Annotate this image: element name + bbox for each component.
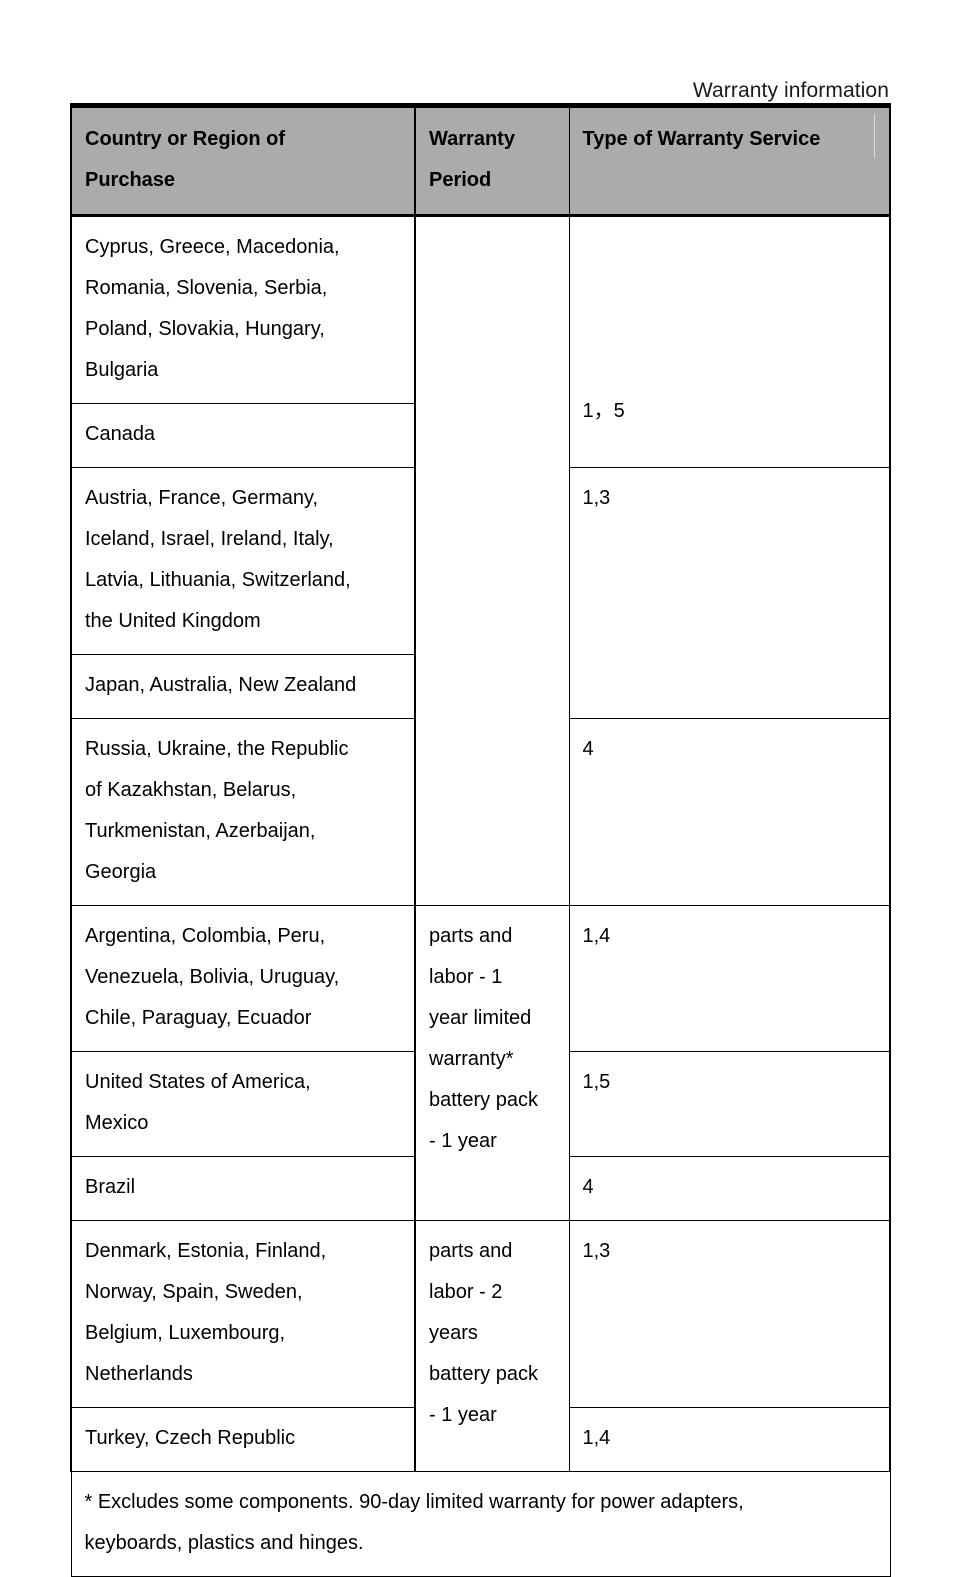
country-line: the United Kingdom — [85, 610, 261, 632]
running-head-warranty-information: Warranty information — [692, 79, 889, 102]
country-line: United States of America, — [85, 1071, 311, 1093]
column-header-period-line-2: Period — [429, 169, 492, 191]
cell-countries: Russia, Ukraine, the Republic of Kazakhs… — [70, 718, 416, 906]
footnote-line: keyboards, plastics and hinges. — [84, 1532, 364, 1554]
table-row: Cyprus, Greece, Macedonia, Romania, Slov… — [70, 215, 891, 906]
country-line: Georgia — [85, 861, 157, 883]
column-header-country: Country or Region of Purchase — [70, 103, 416, 217]
country-line: Brazil — [85, 1176, 136, 1198]
country-line: Turkmenistan, Azerbaijan, — [85, 820, 316, 842]
country-line: Canada — [85, 423, 156, 445]
column-header-service-type-label: Type of Warranty Service — [582, 128, 821, 150]
country-line: Cyprus, Greece, Macedonia, — [85, 236, 340, 258]
cell-service-type: 1,3 — [568, 467, 891, 719]
column-header-country-line-1: Country or Region of — [85, 128, 285, 150]
period-line: year limited — [429, 1007, 532, 1029]
country-line: Argentina, Colombia, Peru, — [85, 925, 326, 947]
cell-footnote: * Excludes some components. 90-day limit… — [70, 1471, 891, 1577]
country-line: Norway, Spain, Sweden, — [85, 1281, 303, 1303]
country-line: Netherlands — [85, 1363, 193, 1385]
period-line: battery pack — [429, 1363, 538, 1385]
cell-service-type: 1,4 — [568, 905, 891, 1052]
column-header-country-line-2: Purchase — [85, 169, 176, 191]
period-line: years — [429, 1322, 478, 1344]
country-line: Denmark, Estonia, Finland, — [85, 1240, 327, 1262]
column-header-warranty-period: Warranty Period — [414, 103, 570, 217]
country-line: Iceland, Israel, Ireland, Italy, — [85, 528, 334, 550]
table-header-row: Country or Region of Purchase Warranty P… — [70, 103, 891, 217]
table-row: Denmark, Estonia, Finland, Norway, Spain… — [70, 1220, 891, 1472]
period-line: labor - 2 — [429, 1281, 503, 1303]
cell-service-type: 1,3 — [568, 1220, 891, 1408]
period-line: labor - 1 — [429, 966, 503, 988]
column-header-period-line-1: Warranty — [429, 128, 515, 150]
country-line: of Kazakhstan, Belarus, — [85, 779, 297, 801]
period-line: parts and — [429, 1240, 513, 1262]
country-line: Romania, Slovenia, Serbia, — [85, 277, 328, 299]
period-line: warranty* — [429, 1048, 514, 1070]
country-line: Latvia, Lithuania, Switzerland, — [85, 569, 351, 591]
country-line: Belgium, Luxembourg, — [85, 1322, 286, 1344]
cell-warranty-period-one-year: parts and labor - 1 year limited warrant… — [414, 905, 570, 1221]
service-type-value: 1,3 — [582, 487, 611, 509]
warranty-service-table: Country or Region of Purchase Warranty P… — [70, 103, 891, 1577]
header-inner-rule — [874, 114, 875, 158]
cell-service-type: 1,5 — [568, 1051, 891, 1157]
country-line: Mexico — [85, 1112, 149, 1134]
country-line: Bulgaria — [85, 359, 159, 381]
cell-countries: Brazil — [70, 1156, 416, 1221]
cell-countries: Canada — [70, 403, 416, 468]
cell-countries: Turkey, Czech Republic — [70, 1407, 416, 1472]
cell-service-type: 4 — [568, 718, 891, 906]
service-type-value: 4 — [582, 1176, 594, 1198]
service-type-value: 1，5 — [582, 400, 625, 422]
table-footnote-row: * Excludes some components. 90-day limit… — [70, 1471, 891, 1577]
service-type-value: 1,3 — [582, 1240, 611, 1262]
cell-countries: United States of America, Mexico — [70, 1051, 416, 1157]
period-line: - 1 year — [429, 1404, 497, 1426]
country-line: Austria, France, Germany, — [85, 487, 319, 509]
column-header-service-type: Type of Warranty Service — [568, 103, 891, 217]
service-type-value: 1,4 — [582, 925, 611, 947]
cell-countries: Austria, France, Germany, Iceland, Israe… — [70, 467, 416, 655]
cell-service-type: 1,4 — [568, 1407, 891, 1472]
period-line: battery pack — [429, 1089, 538, 1111]
cell-countries: Argentina, Colombia, Peru, Venezuela, Bo… — [70, 905, 416, 1052]
warranty-table-container: Country or Region of Purchase Warranty P… — [70, 103, 891, 1577]
footnote-line: * Excludes some components. 90-day limit… — [84, 1491, 744, 1513]
cell-countries: Japan, Australia, New Zealand — [70, 654, 416, 719]
period-line: parts and — [429, 925, 513, 947]
table-row: Argentina, Colombia, Peru, Venezuela, Bo… — [70, 905, 891, 1221]
country-line: Japan, Australia, New Zealand — [85, 674, 357, 696]
service-type-value: 4 — [582, 738, 594, 760]
cell-warranty-period-two-year: parts and labor - 2 years battery pack -… — [414, 1220, 570, 1472]
service-type-value: 1,4 — [582, 1427, 611, 1449]
country-line: Venezuela, Bolivia, Uruguay, — [85, 966, 340, 988]
period-line: - 1 year — [429, 1130, 497, 1152]
cell-countries: Denmark, Estonia, Finland, Norway, Spain… — [70, 1220, 416, 1408]
country-line: Russia, Ukraine, the Republic — [85, 738, 349, 760]
document-page: Warranty information Country or Region o… — [0, 0, 954, 1577]
country-line: Turkey, Czech Republic — [85, 1427, 296, 1449]
service-type-value: 1,5 — [582, 1071, 611, 1093]
cell-countries: Cyprus, Greece, Macedonia, Romania, Slov… — [70, 215, 416, 404]
cell-service-type: 4 — [568, 1156, 891, 1221]
cell-warranty-period-merged-blank — [414, 215, 570, 906]
cell-service-type: 1，5 — [568, 215, 891, 468]
country-line: Poland, Slovakia, Hungary, — [85, 318, 325, 340]
country-line: Chile, Paraguay, Ecuador — [85, 1007, 312, 1029]
